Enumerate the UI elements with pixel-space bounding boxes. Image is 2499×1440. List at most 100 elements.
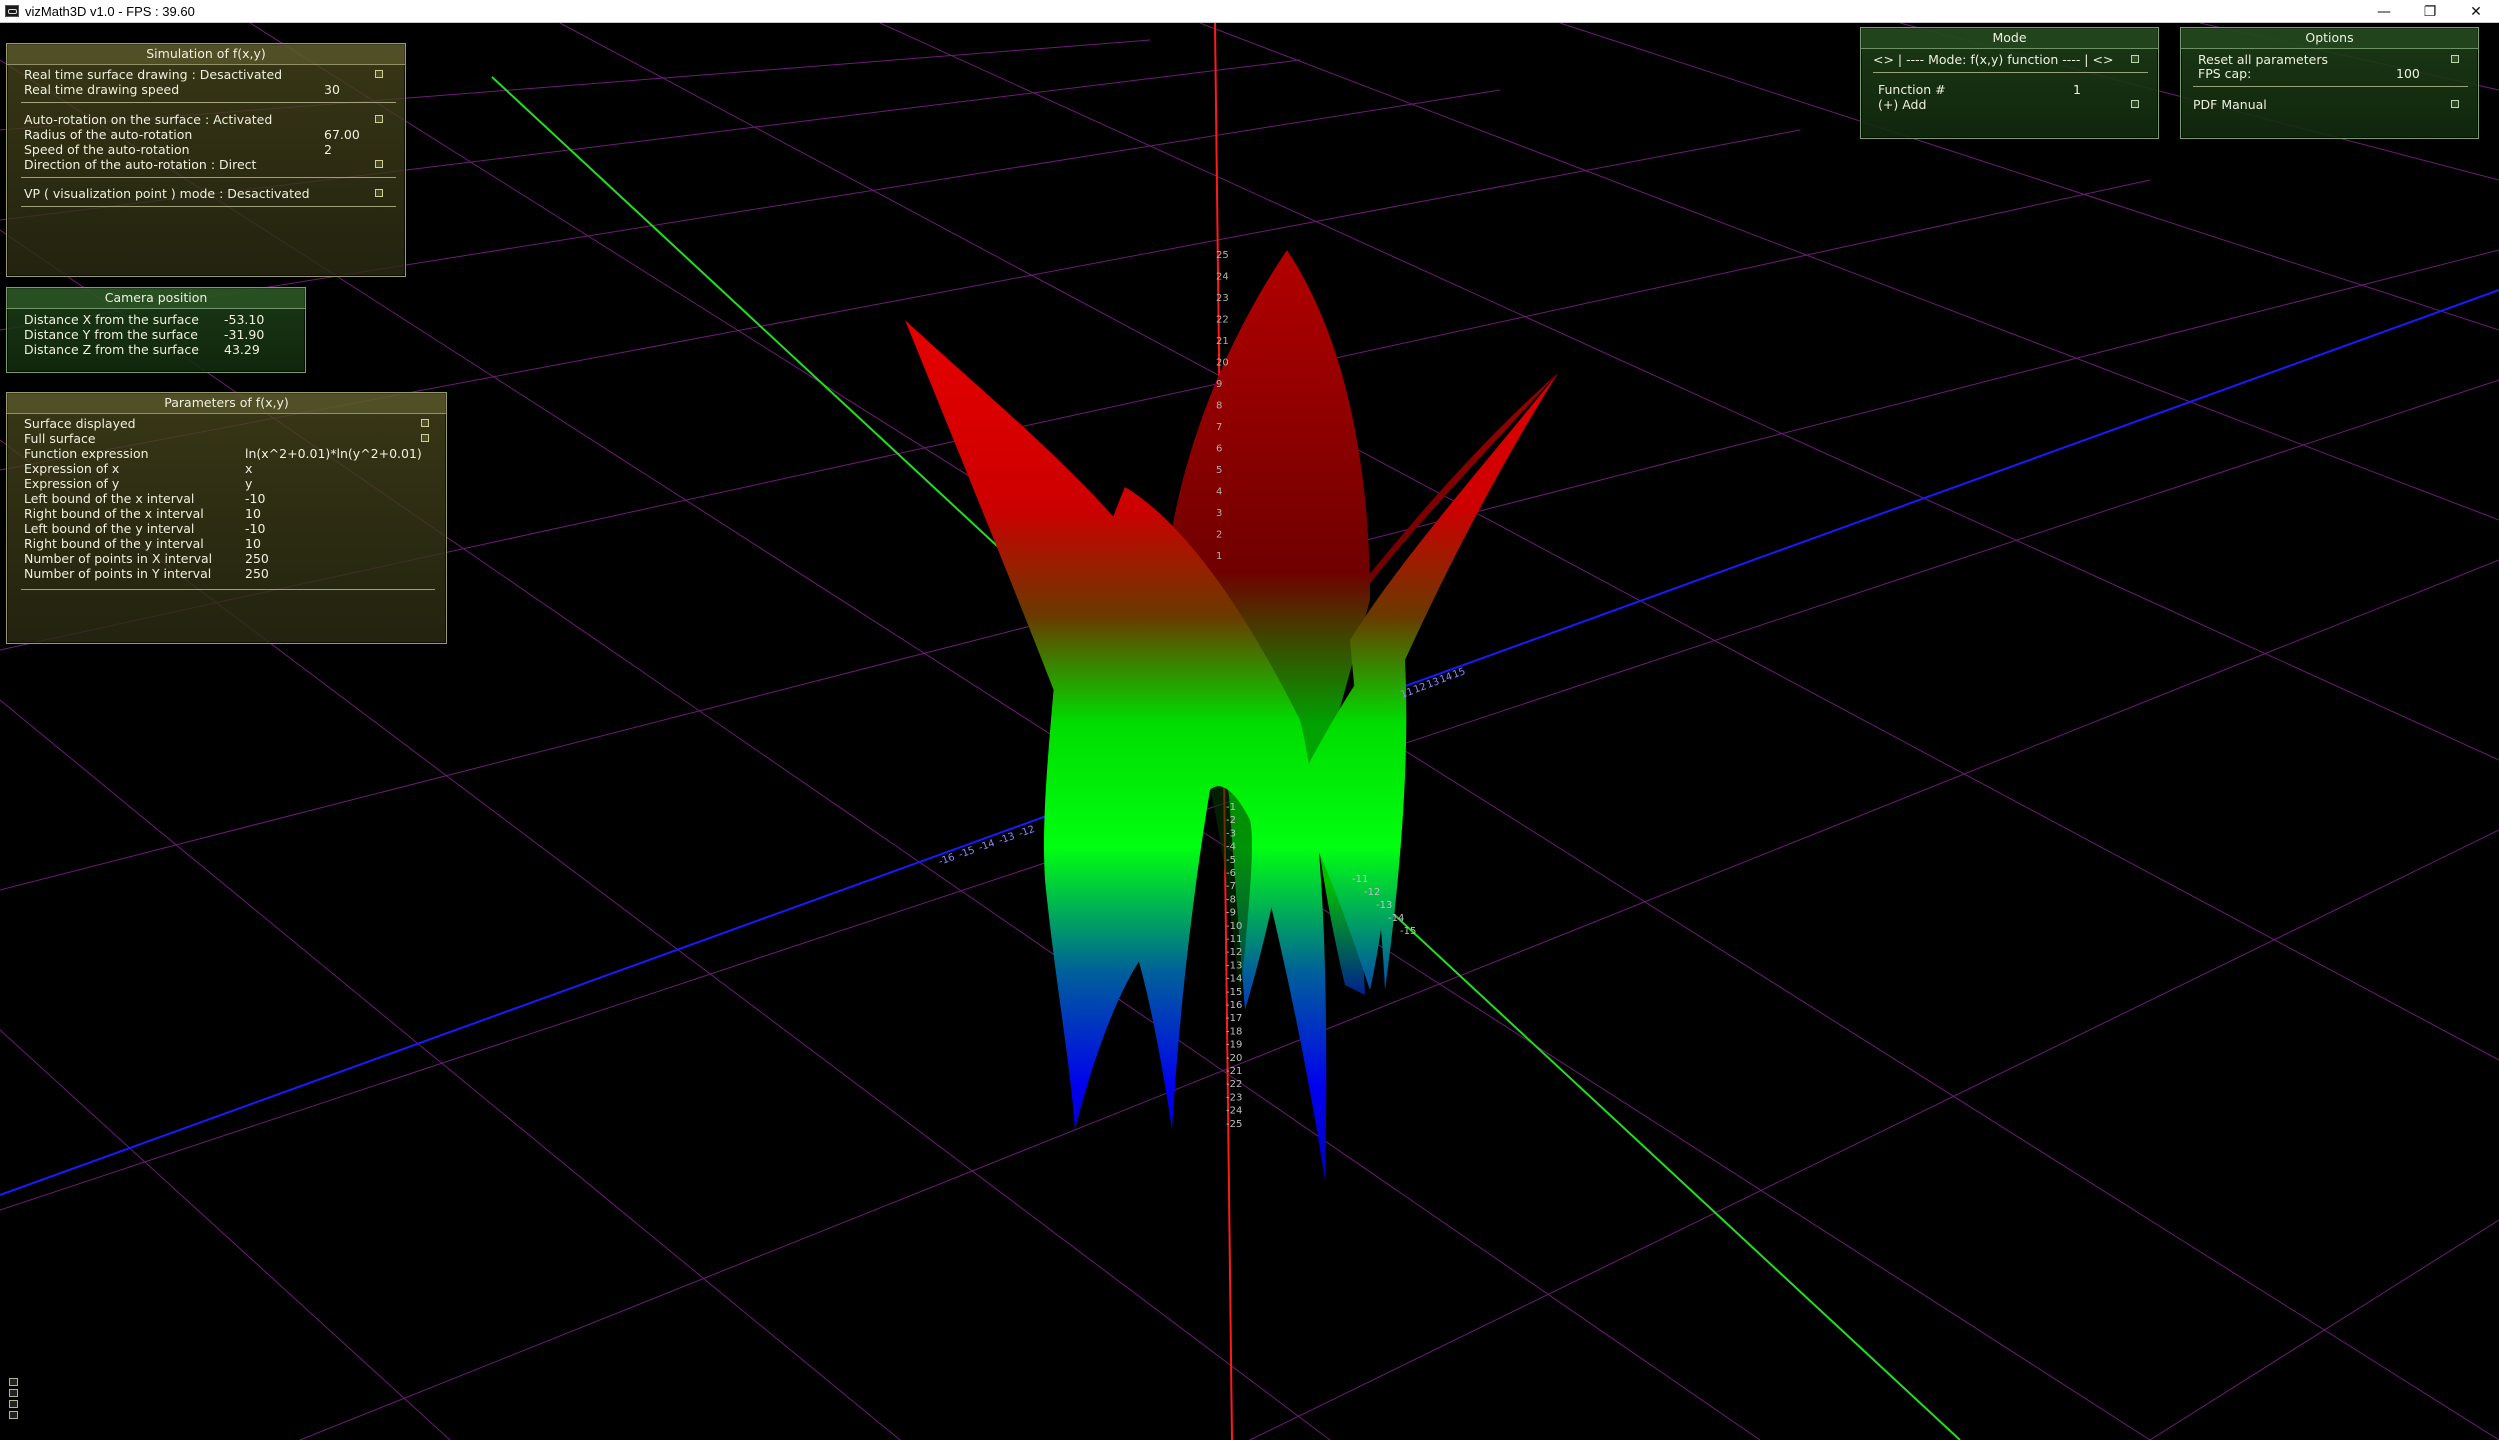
add-function-row: (+) Add xyxy=(1878,97,2148,112)
param-row: Right bound of the y interval 10 xyxy=(24,536,434,551)
z-axis-tick-label: -6 xyxy=(1226,868,1236,879)
close-button[interactable]: ✕ xyxy=(2453,0,2499,23)
add-function-label[interactable]: (+) Add xyxy=(1878,97,1926,112)
param-label: Number of points in Y interval xyxy=(24,566,212,581)
corner-button-1[interactable] xyxy=(9,1378,18,1386)
full-surface-checkbox[interactable] xyxy=(421,434,429,442)
z-axis-tick-label: -7 xyxy=(1226,881,1236,892)
z-axis-tick-label: -12 xyxy=(1226,947,1242,958)
add-function-checkbox[interactable] xyxy=(2131,100,2139,108)
z-axis-tick-label: -4 xyxy=(1226,842,1236,853)
pdf-manual-label[interactable]: PDF Manual xyxy=(2193,97,2267,112)
param-value[interactable]: 10 xyxy=(245,506,261,521)
camera-z-value: 43.29 xyxy=(224,342,260,357)
vp-mode-checkbox[interactable] xyxy=(375,189,383,197)
direction-checkbox[interactable] xyxy=(375,160,383,168)
mode-selector-checkbox[interactable] xyxy=(2131,55,2139,63)
z-axis-tick-label: -15 xyxy=(1226,987,1242,998)
y-axis-tick-label: -14 xyxy=(1388,913,1404,924)
z-axis-tick-label: -21 xyxy=(1226,1066,1242,1077)
z-axis-tick-label: -20 xyxy=(1226,1053,1242,1064)
pdf-manual-row: PDF Manual xyxy=(2193,97,2468,112)
autorotation-checkbox[interactable] xyxy=(375,115,383,123)
z-axis-tick-label: -16 xyxy=(1226,1000,1242,1011)
reset-label[interactable]: Reset all parameters xyxy=(2198,52,2328,67)
corner-buttons xyxy=(9,1378,18,1422)
z-axis-tick-label: -18 xyxy=(1226,1026,1242,1037)
y-axis-tick-label: -11 xyxy=(1352,874,1368,885)
mode-panel: Mode <> | ---- Mode: f(x,y) function ---… xyxy=(1860,27,2159,139)
surface-displayed-checkbox[interactable] xyxy=(421,419,429,427)
param-value[interactable]: y xyxy=(245,476,252,491)
reset-row: Reset all parameters xyxy=(2198,52,2468,67)
realtime-drawing-checkbox[interactable] xyxy=(375,70,383,78)
radius-row: Radius of the auto-rotation 67.00 xyxy=(24,127,394,142)
z-axis-tick-label: 21 xyxy=(1216,336,1229,347)
z-axis-tick-label: 4 xyxy=(1216,487,1222,498)
app-icon xyxy=(5,5,19,17)
restore-button[interactable]: ❐ xyxy=(2407,0,2453,23)
camera-z-label: Distance Z from the surface xyxy=(24,342,199,357)
parameters-panel-title: Parameters of f(x,y) xyxy=(7,393,446,414)
autorotation-label: Auto-rotation on the surface : Activated xyxy=(24,112,273,127)
z-axis-tick-label: 6 xyxy=(1216,444,1222,455)
param-row: Expression of y y xyxy=(24,476,434,491)
corner-button-2[interactable] xyxy=(9,1389,18,1397)
mode-selector[interactable]: <> | ---- Mode: f(x,y) function ---- | <… xyxy=(1873,52,2113,67)
param-label: Expression of x xyxy=(24,461,120,476)
direction-label: Direction of the auto-rotation : Direct xyxy=(24,157,257,172)
param-row: Full surface xyxy=(24,431,434,446)
z-axis-tick-label: 8 xyxy=(1216,401,1222,412)
z-axis-tick-label: -5 xyxy=(1226,855,1236,866)
function-number-label: Function # xyxy=(1878,82,1946,97)
param-row: Surface displayed xyxy=(24,416,434,431)
function-number-value[interactable]: 1 xyxy=(2073,82,2081,97)
camera-x-label: Distance X from the surface xyxy=(24,312,199,327)
radius-label: Radius of the auto-rotation xyxy=(24,127,193,142)
z-axis-tick-label: -8 xyxy=(1226,894,1236,905)
param-row: Left bound of the y interval -10 xyxy=(24,521,434,536)
minimize-button[interactable]: — xyxy=(2361,0,2407,23)
param-value[interactable]: -10 xyxy=(245,491,265,506)
fps-cap-row: FPS cap: 100 xyxy=(2198,66,2468,81)
param-value[interactable]: 250 xyxy=(245,566,269,581)
realtime-drawing-label: Real time surface drawing : Desactivated xyxy=(24,67,283,82)
param-value[interactable]: 250 xyxy=(245,551,269,566)
param-label: Left bound of the x interval xyxy=(24,491,195,506)
z-axis-tick-label: -9 xyxy=(1226,908,1236,919)
param-row: Left bound of the x interval -10 xyxy=(24,491,434,506)
corner-button-4[interactable] xyxy=(9,1411,18,1419)
param-label: Surface displayed xyxy=(24,416,136,431)
window-controls: — ❐ ✕ xyxy=(2361,0,2499,23)
speed-value[interactable]: 2 xyxy=(324,142,332,157)
z-axis-tick-label: 20 xyxy=(1216,358,1229,369)
param-value[interactable]: 10 xyxy=(245,536,261,551)
separator xyxy=(2193,86,2468,87)
simulation-panel-title: Simulation of f(x,y) xyxy=(7,44,405,65)
param-value[interactable]: -10 xyxy=(245,521,265,536)
z-axis-tick-label: 23 xyxy=(1216,293,1229,304)
z-axis-tick-label: 24 xyxy=(1216,272,1229,283)
corner-button-3[interactable] xyxy=(9,1400,18,1408)
fps-cap-value[interactable]: 100 xyxy=(2396,66,2420,81)
realtime-drawing-row: Real time surface drawing : Desactivated xyxy=(24,67,394,82)
radius-value[interactable]: 67.00 xyxy=(324,127,360,142)
param-value[interactable]: ln(x^2+0.01)*ln(y^2+0.01) xyxy=(245,446,422,461)
param-row: Number of points in X interval 250 xyxy=(24,551,434,566)
z-axis-tick-label: -17 xyxy=(1226,1013,1242,1024)
pdf-manual-checkbox[interactable] xyxy=(2451,100,2459,108)
z-axis-tick-label: -1 xyxy=(1226,802,1236,813)
simulation-panel: Simulation of f(x,y) Real time surface d… xyxy=(6,43,406,277)
realtime-speed-value[interactable]: 30 xyxy=(324,82,340,97)
y-axis-tick-label: -13 xyxy=(1376,900,1392,911)
vp-mode-label: VP ( visualization point ) mode : Desact… xyxy=(24,186,310,201)
param-row: Expression of x x xyxy=(24,461,434,476)
param-label: Full surface xyxy=(24,431,96,446)
camera-x-value: -53.10 xyxy=(224,312,265,327)
y-axis-tick-label: -12 xyxy=(1364,887,1380,898)
separator xyxy=(21,206,396,207)
vp-mode-row: VP ( visualization point ) mode : Desact… xyxy=(24,186,394,201)
realtime-speed-label: Real time drawing speed xyxy=(24,82,180,97)
param-value[interactable]: x xyxy=(245,461,252,476)
reset-checkbox[interactable] xyxy=(2451,55,2459,63)
